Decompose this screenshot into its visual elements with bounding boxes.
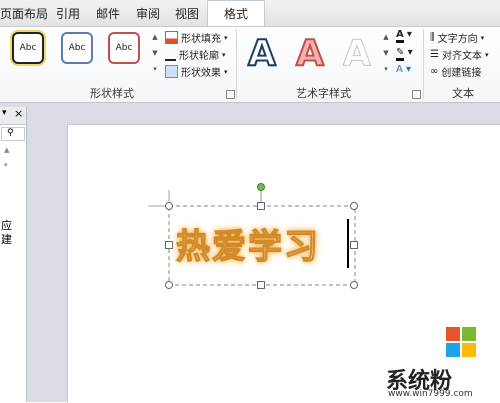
resize-handle-top-right[interactable] [350,202,358,210]
rotation-handle[interactable] [257,183,265,191]
resize-handle-bottom[interactable] [257,281,265,289]
watermark-url: www.win7999.com [388,389,473,399]
resize-handle-top-left[interactable] [165,202,173,210]
resize-handle-left[interactable] [165,241,173,249]
resize-handle-right[interactable] [350,241,358,249]
windows-logo-icon [446,327,476,357]
selection-frame [148,190,356,286]
resize-handle-bottom-left[interactable] [165,281,173,289]
resize-handle-top[interactable] [257,202,265,210]
wordart-text[interactable]: 热爱学习 [175,219,320,268]
resize-handle-bottom-right[interactable] [350,281,358,289]
